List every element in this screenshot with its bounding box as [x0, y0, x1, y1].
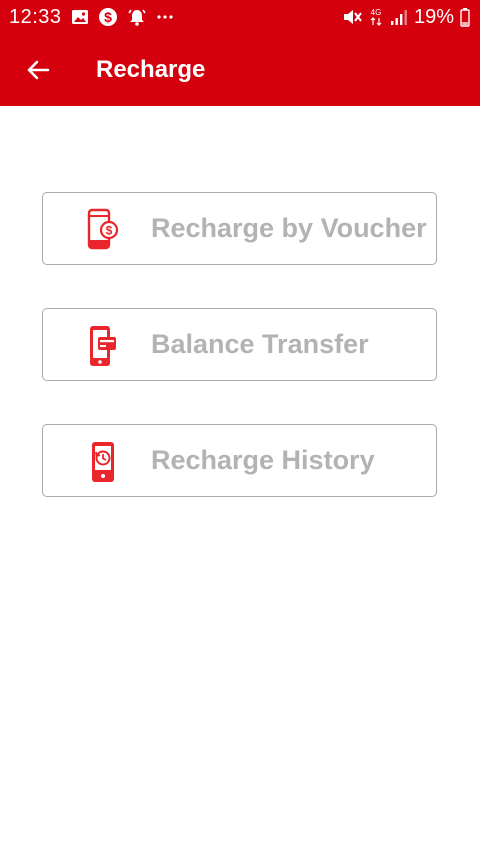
svg-text:$: $ [104, 9, 112, 25]
back-button[interactable] [22, 54, 54, 86]
phone-card-icon [83, 323, 123, 369]
app-bar: Recharge [0, 34, 480, 106]
battery-icon [460, 7, 470, 27]
menu-item-label: Balance Transfer [151, 329, 369, 359]
mute-icon [342, 8, 362, 26]
recharge-by-voucher-button[interactable]: $ Recharge by Voucher [42, 192, 437, 265]
more-dots-icon [156, 14, 174, 20]
network-label: 4G [371, 8, 382, 17]
svg-text:$: $ [106, 224, 113, 238]
alarm-icon [127, 7, 147, 27]
network-4g-icon: 4G [368, 7, 384, 27]
recharge-history-button[interactable]: Recharge History [42, 424, 437, 497]
menu-item-label: Recharge by Voucher [151, 213, 427, 243]
status-bar: 12:33 $ 4G 19% [0, 0, 480, 34]
image-icon [71, 9, 89, 25]
page-title: Recharge [96, 56, 206, 83]
battery-percent: 19% [413, 5, 454, 28]
signal-icon [390, 8, 408, 26]
balance-transfer-button[interactable]: Balance Transfer [42, 308, 437, 381]
arrow-back-icon [27, 60, 50, 80]
status-time: 12:33 [9, 5, 62, 28]
phone-history-icon [83, 439, 123, 485]
dollar-icon: $ [98, 7, 118, 27]
phone-coin-icon: $ [83, 207, 123, 253]
menu-item-label: Recharge History [151, 445, 375, 475]
